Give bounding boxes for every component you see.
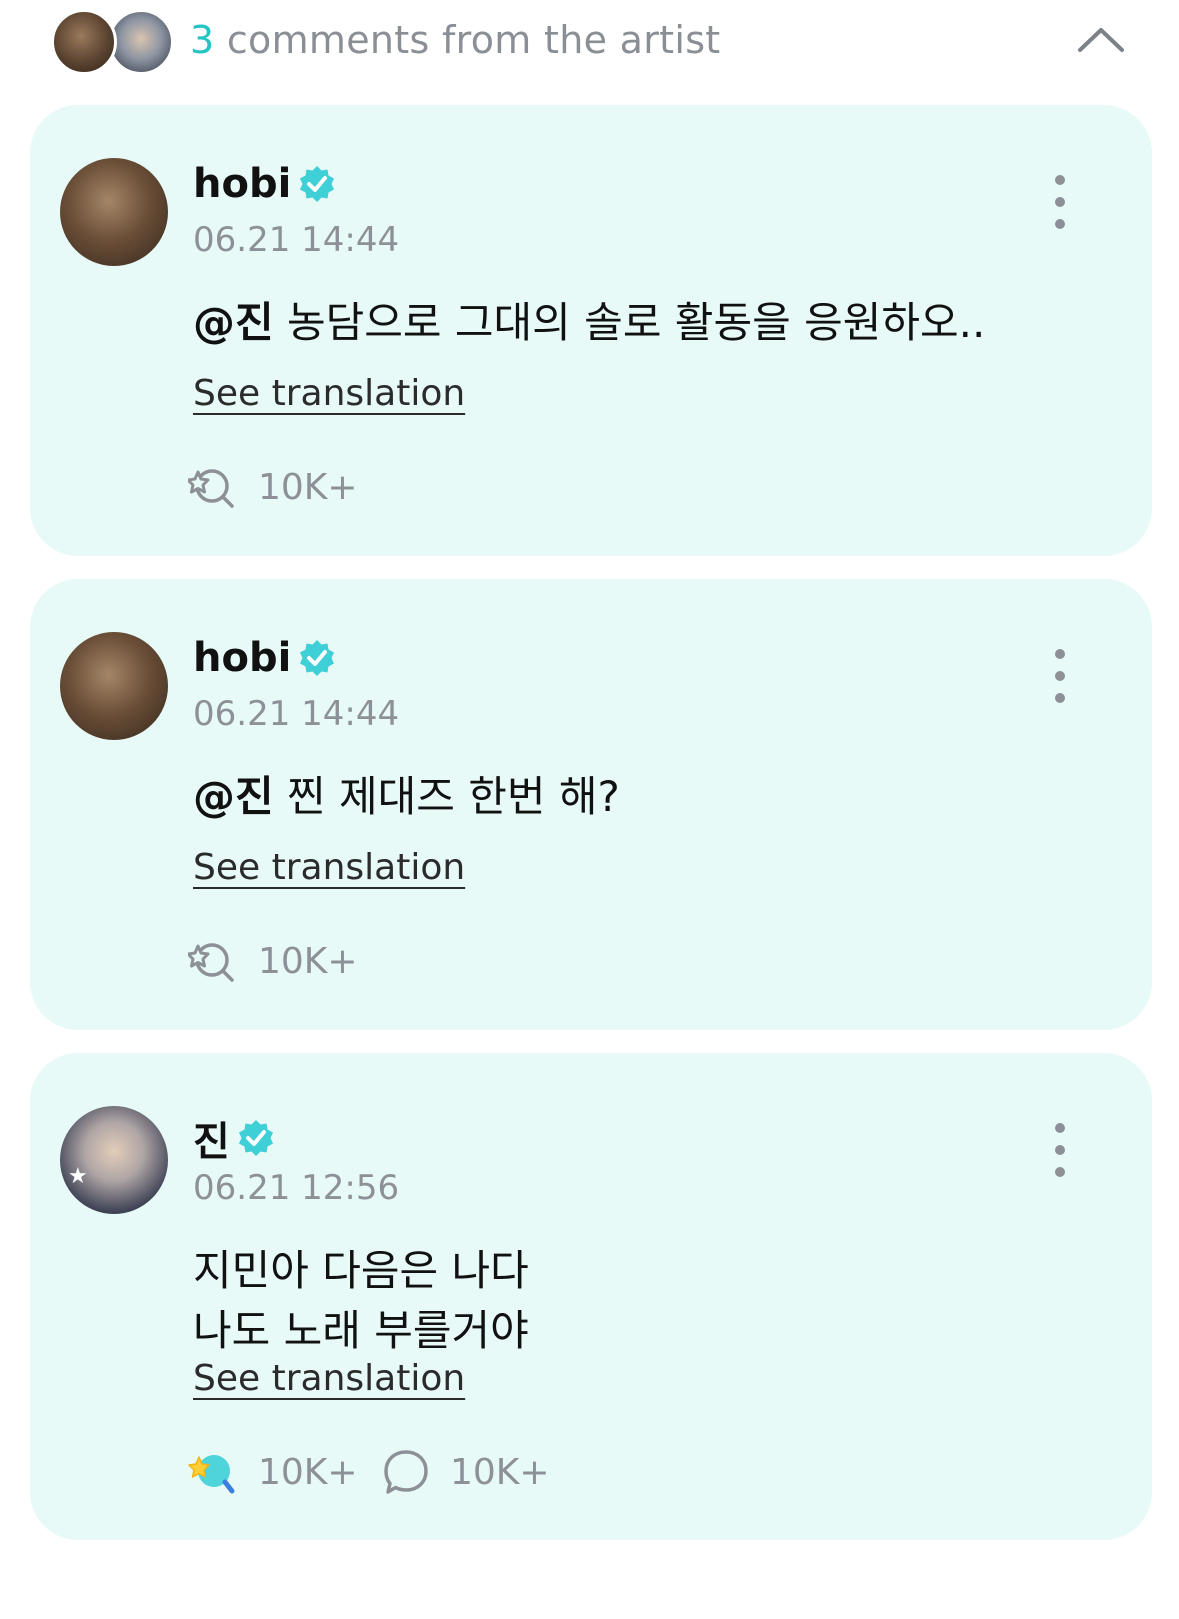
comment-timestamp: 06.21 14:44 <box>193 220 400 260</box>
more-options-icon[interactable] <box>1048 1121 1072 1179</box>
reply-count: 10K+ <box>450 1451 550 1493</box>
comment-bubble-icon <box>384 1450 428 1494</box>
collapse-chevron-up-icon[interactable] <box>1077 24 1125 54</box>
reaction-button[interactable]: 10K+ <box>188 936 358 986</box>
comment-card: hobi 06.21 14:44 @진 찐 제대즈 한번 해? See tran… <box>30 579 1152 1030</box>
reaction-count: 10K+ <box>258 466 358 508</box>
reply-button[interactable]: 10K+ <box>382 1447 550 1497</box>
comment-text-line: 나도 노래 부를거야 <box>193 1306 529 1355</box>
reaction-button[interactable]: 10K+ <box>188 1447 358 1497</box>
comment-card: hobi 06.21 14:44 @진 농담으로 그대의 솔로 활동을 응원하오… <box>30 105 1152 556</box>
more-options-icon[interactable] <box>1048 647 1072 705</box>
comments-count: 3 <box>190 18 215 62</box>
verified-badge-icon <box>300 166 335 202</box>
comment-text: @진 찐 제대즈 한번 해? <box>193 772 620 821</box>
verified-badge-icon <box>238 1120 273 1156</box>
comments-header-title: 3 comments from the artist <box>190 18 721 62</box>
comment-text: 지민아 다음은 나다 나도 노래 부를거야 <box>193 1241 529 1361</box>
see-translation-link[interactable]: See translation <box>193 373 465 414</box>
reaction-count: 10K+ <box>258 940 358 982</box>
comment-card: ★ 진 06.21 12:56 지민아 다음은 나다 나도 노래 부를거야 Se… <box>30 1053 1152 1540</box>
mention-link[interactable]: @진 <box>193 298 274 347</box>
mention-link[interactable]: @진 <box>193 772 274 821</box>
more-options-icon[interactable] <box>1048 173 1072 231</box>
comments-header[interactable]: 3 comments from the artist <box>0 0 1179 96</box>
author-name[interactable]: 진 <box>193 1109 230 1167</box>
see-translation-link[interactable]: See translation <box>193 1358 465 1399</box>
comment-timestamp: 06.21 12:56 <box>193 1168 400 1208</box>
verified-badge-icon <box>300 640 335 676</box>
reaction-icon <box>188 469 234 508</box>
comment-text-line: 지민아 다음은 나다 <box>193 1246 529 1295</box>
avatar[interactable] <box>60 632 168 740</box>
reaction-count: 10K+ <box>258 1451 358 1493</box>
artist-avatar-jin <box>108 9 174 75</box>
author-name[interactable]: hobi <box>193 635 291 681</box>
comment-timestamp: 06.21 14:44 <box>193 694 400 734</box>
reaction-icon <box>188 943 234 982</box>
artist-avatar-hobi <box>51 9 117 75</box>
avatar[interactable]: ★ <box>60 1106 168 1214</box>
reaction-icon-active <box>188 1455 235 1494</box>
author-name[interactable]: hobi <box>193 161 291 207</box>
see-translation-link[interactable]: See translation <box>193 847 465 888</box>
comment-text: @진 농담으로 그대의 솔로 활동을 응원하오.. <box>193 298 986 347</box>
avatar[interactable] <box>60 158 168 266</box>
star-badge-icon: ★ <box>68 1164 88 1189</box>
reaction-button[interactable]: 10K+ <box>188 462 358 512</box>
